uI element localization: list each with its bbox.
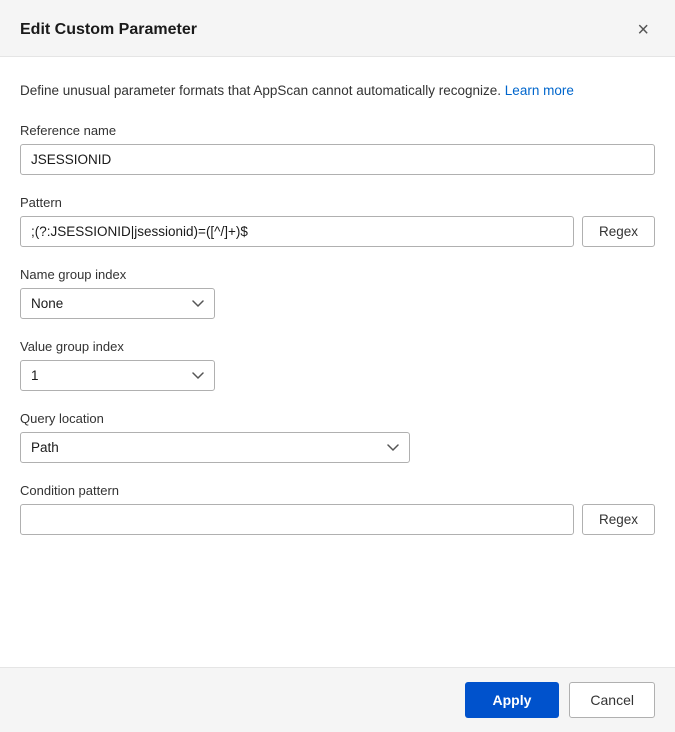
value-group-index-select[interactable]: None 0 1 2 3 bbox=[20, 360, 215, 391]
apply-button[interactable]: Apply bbox=[465, 682, 560, 718]
close-button[interactable]: × bbox=[631, 18, 655, 42]
dialog-title: Edit Custom Parameter bbox=[20, 21, 197, 39]
condition-regex-button[interactable]: Regex bbox=[582, 504, 655, 535]
dialog-header: Edit Custom Parameter × bbox=[0, 0, 675, 57]
value-group-index-label: Value group index bbox=[20, 339, 655, 354]
name-group-index-select[interactable]: None 0 1 2 3 bbox=[20, 288, 215, 319]
description-text: Define unusual parameter formats that Ap… bbox=[20, 81, 655, 101]
cancel-button[interactable]: Cancel bbox=[569, 682, 655, 718]
query-location-select[interactable]: Path Query String Fragment Header Cookie bbox=[20, 432, 410, 463]
condition-pattern-input[interactable] bbox=[20, 504, 574, 535]
pattern-label: Pattern bbox=[20, 195, 655, 210]
pattern-regex-button[interactable]: Regex bbox=[582, 216, 655, 247]
pattern-input[interactable] bbox=[20, 216, 574, 247]
dialog-body: Define unusual parameter formats that Ap… bbox=[0, 57, 675, 667]
condition-pattern-group: Condition pattern Regex bbox=[20, 483, 655, 535]
edit-custom-parameter-dialog: Edit Custom Parameter × Define unusual p… bbox=[0, 0, 675, 732]
dialog-footer: Apply Cancel bbox=[0, 667, 675, 732]
name-group-index-label: Name group index bbox=[20, 267, 655, 282]
reference-name-input[interactable] bbox=[20, 144, 655, 175]
value-group-index-group: Value group index None 0 1 2 3 bbox=[20, 339, 655, 391]
learn-more-link[interactable]: Learn more bbox=[505, 83, 574, 98]
condition-pattern-input-row: Regex bbox=[20, 504, 655, 535]
pattern-input-row: Regex bbox=[20, 216, 655, 247]
condition-pattern-label: Condition pattern bbox=[20, 483, 655, 498]
reference-name-group: Reference name bbox=[20, 123, 655, 175]
pattern-group: Pattern Regex bbox=[20, 195, 655, 247]
reference-name-label: Reference name bbox=[20, 123, 655, 138]
query-location-group: Query location Path Query String Fragmen… bbox=[20, 411, 655, 463]
name-group-index-group: Name group index None 0 1 2 3 bbox=[20, 267, 655, 319]
query-location-label: Query location bbox=[20, 411, 655, 426]
